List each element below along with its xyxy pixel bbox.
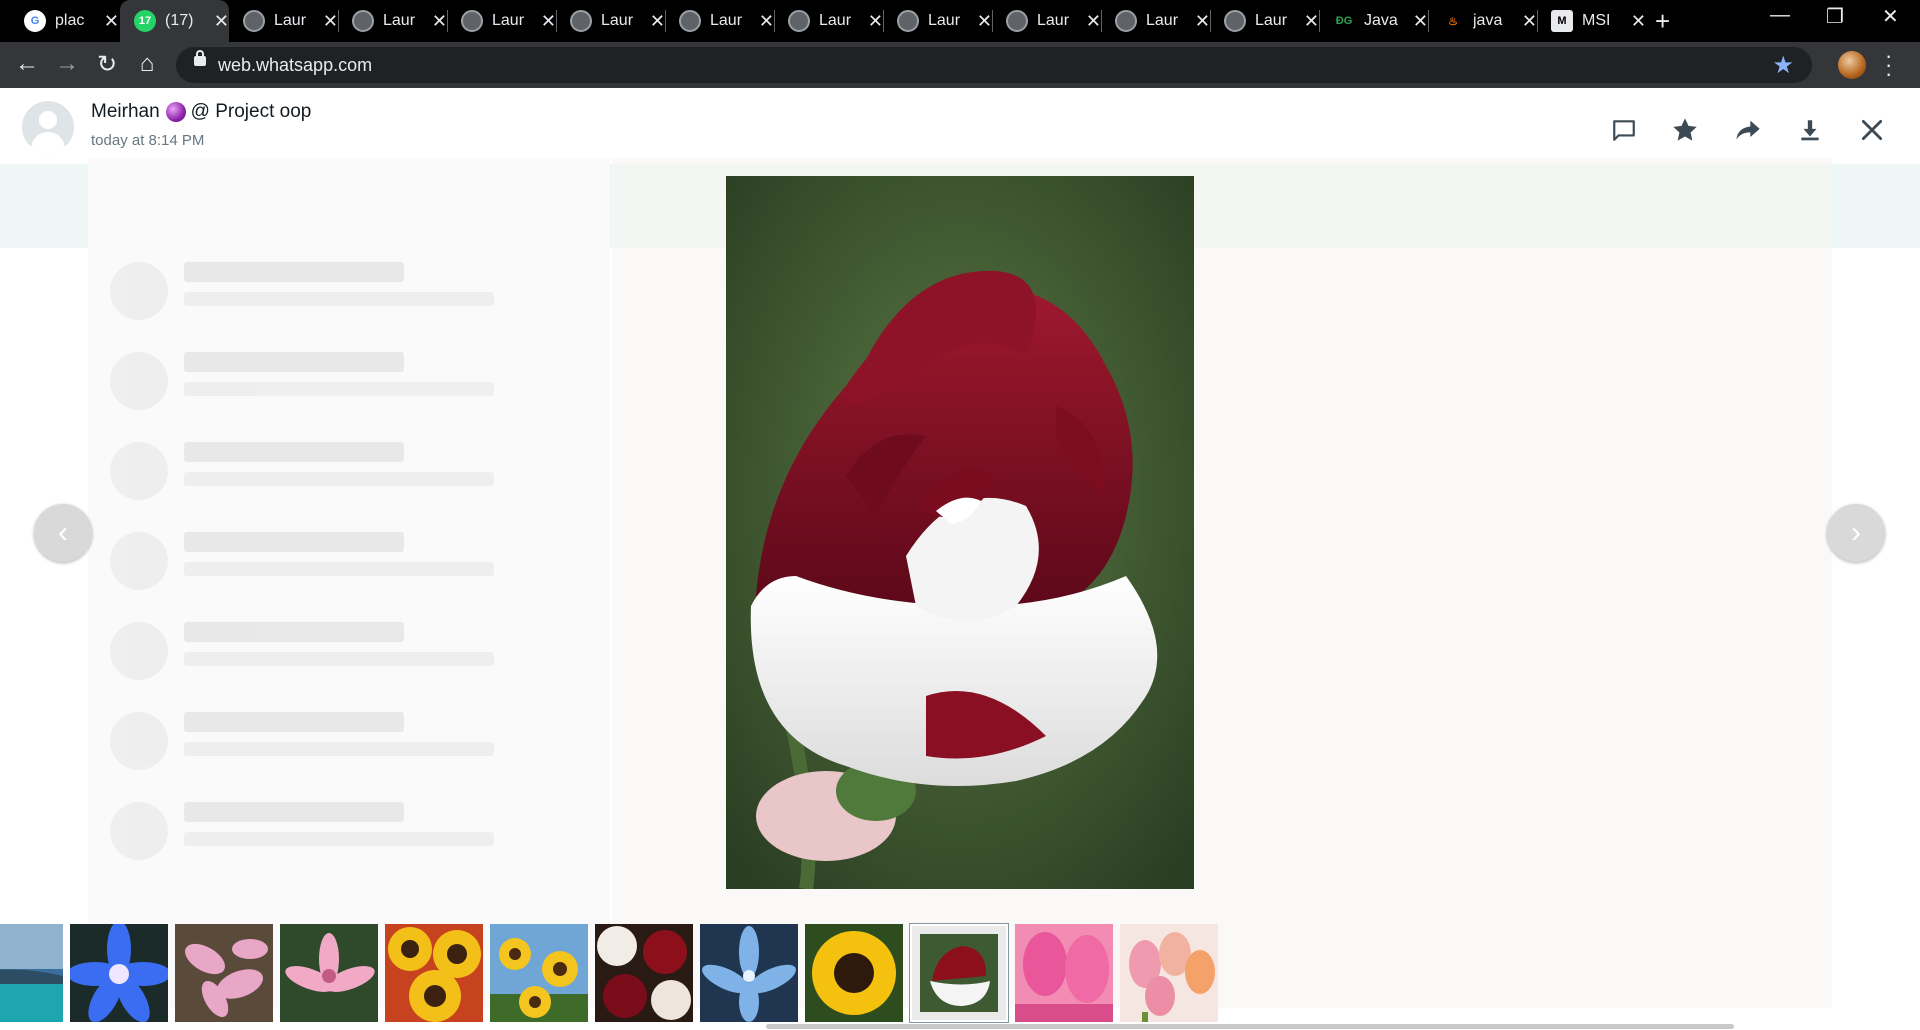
background-chat-row [110, 438, 580, 502]
back-icon[interactable]: ← [12, 50, 42, 78]
tab-whatsapp[interactable]: 17 (17) ✕ [120, 0, 229, 42]
background-chat-row [110, 708, 580, 772]
tab-laur[interactable]: Laur ✕ [665, 0, 774, 42]
tab-msp[interactable]: M MSI ✕ [1537, 0, 1646, 42]
thumbnail-red-white-roses[interactable] [595, 924, 693, 1022]
download-icon[interactable] [1795, 115, 1825, 145]
thumbnail-scrollbar[interactable] [766, 1024, 1734, 1029]
globe-icon [1224, 10, 1246, 32]
close-tab-icon[interactable]: ✕ [1522, 11, 1537, 32]
close-icon[interactable] [1857, 115, 1887, 145]
profile-avatar[interactable] [1838, 51, 1866, 79]
tab-java[interactable]: ♨ java ✕ [1428, 0, 1537, 42]
close-tab-icon[interactable]: ✕ [1631, 11, 1646, 32]
tab-laur[interactable]: Laur ✕ [338, 0, 447, 42]
address-bar[interactable]: web.whatsapp.com ★ [176, 47, 1812, 83]
next-media-button[interactable]: › [1827, 504, 1885, 562]
thumbnail-ocean[interactable] [0, 924, 63, 1022]
tab-laur[interactable]: Laur ✕ [1210, 0, 1319, 42]
thumbnail-sunflowers[interactable] [385, 924, 483, 1022]
globe-icon [679, 10, 701, 32]
background-chat-row [110, 528, 580, 592]
new-tab-plus-icon[interactable]: + [1655, 6, 1670, 37]
tab-laur[interactable]: Laur ✕ [883, 0, 992, 42]
background-chat-row [110, 798, 580, 862]
media-image-rose[interactable] [726, 176, 1194, 889]
thumbnail-blue-lily[interactable] [70, 924, 168, 1022]
close-tab-icon[interactable]: ✕ [759, 11, 774, 32]
tab-laur[interactable]: Laur ✕ [992, 0, 1101, 42]
msp-icon: M [1551, 10, 1573, 32]
tab-google[interactable]: Gplac ✕ [10, 0, 119, 42]
chevron-right-icon: › [1851, 516, 1861, 549]
star-icon[interactable] [1670, 115, 1700, 145]
globe-icon [352, 10, 374, 32]
tab-strip: Gplac ✕ 17 (17) ✕ Laur ✕ Laur ✕ Laur ✕ Laur ✕ L… [0, 0, 1920, 42]
google-icon: G [24, 10, 46, 32]
close-tab-icon[interactable]: ✕ [1195, 11, 1210, 32]
bookmark-star-icon[interactable]: ★ [1772, 51, 1794, 80]
tab-java-dg[interactable]: ÐG Java ✕ [1319, 0, 1428, 42]
tab-laur[interactable]: Laur ✕ [1101, 0, 1210, 42]
reply-icon[interactable] [1609, 115, 1639, 145]
thumbnail-pink-tulips[interactable] [1015, 924, 1113, 1022]
globe-icon [1115, 10, 1137, 32]
close-tab-icon[interactable]: ✕ [650, 11, 665, 32]
thumbnail-pink-lily[interactable] [280, 924, 378, 1022]
forward-nav-icon[interactable]: → [52, 50, 82, 78]
tab-laur[interactable]: Laur ✕ [774, 0, 883, 42]
close-tab-icon[interactable]: ✕ [1086, 11, 1101, 32]
background-chat-row [110, 618, 580, 682]
close-tab-icon[interactable]: ✕ [323, 11, 338, 32]
java-icon: ♨ [1448, 15, 1458, 28]
sender-name: Meirhan [91, 101, 160, 122]
close-tab-icon[interactable]: ✕ [1304, 11, 1319, 32]
crystal-ball-emoji [165, 102, 186, 122]
thumbnail-red-white-rose-selected[interactable] [910, 924, 1008, 1022]
url-text[interactable]: web.whatsapp.com [218, 55, 372, 76]
dg-icon: ÐG [1335, 15, 1353, 27]
window-close-icon[interactable]: ✕ [1882, 4, 1899, 29]
browser-toolbar: ← → ↻ ⌂ web.whatsapp.com ★ · · · [0, 42, 1920, 88]
viewer-title: Meirhan @ Project oop [91, 101, 311, 123]
thumbnail-tulips[interactable] [1120, 924, 1218, 1022]
group-name: @ Project oop [190, 101, 312, 122]
close-tab-icon[interactable]: ✕ [977, 11, 992, 32]
globe-icon [1006, 10, 1028, 32]
globe-icon [570, 10, 592, 32]
browser-menu-icon[interactable]: · · · [1885, 45, 1892, 85]
background-chat-row [110, 258, 580, 322]
globe-icon [243, 10, 265, 32]
close-tab-icon[interactable]: ✕ [1413, 11, 1428, 32]
globe-icon [788, 10, 810, 32]
forward-icon[interactable] [1733, 115, 1763, 145]
lock-icon[interactable] [194, 50, 206, 66]
close-tab-icon[interactable]: ✕ [432, 11, 447, 32]
close-tab-icon[interactable]: ✕ [868, 11, 883, 32]
globe-icon [897, 10, 919, 32]
thumbnail-sunflowers-sky[interactable] [490, 924, 588, 1022]
message-timestamp: today at 8:14 PM [91, 132, 205, 149]
close-tab-icon[interactable]: ✕ [541, 11, 556, 32]
thumbnail-pink-lilies[interactable] [175, 924, 273, 1022]
sender-avatar[interactable] [22, 101, 74, 153]
whatsapp-icon: 17 [134, 10, 156, 32]
close-tab-icon[interactable]: ✕ [104, 11, 119, 32]
minimize-icon[interactable]: — [1770, 4, 1790, 27]
thumbnail-blue-lily-2[interactable] [700, 924, 798, 1022]
background-chat-row [110, 348, 580, 412]
chevron-left-icon: ‹ [58, 516, 68, 549]
tab-laur[interactable]: Laur ✕ [229, 0, 338, 42]
media-viewer: Meirhan @ Project oop today at 8:14 PM ‹… [0, 88, 1920, 1030]
home-icon[interactable]: ⌂ [132, 50, 162, 78]
tab-laur[interactable]: Laur ✕ [556, 0, 665, 42]
previous-media-button[interactable]: ‹ [34, 504, 92, 562]
globe-icon [461, 10, 483, 32]
thumbnail-strip [0, 918, 1920, 1030]
close-tab-icon[interactable]: ✕ [214, 11, 229, 32]
tab-laur[interactable]: Laur ✕ [447, 0, 556, 42]
thumbnail-sunflower[interactable] [805, 924, 903, 1022]
restore-icon[interactable]: ❐ [1826, 4, 1844, 29]
reload-icon[interactable]: ↻ [92, 50, 122, 79]
